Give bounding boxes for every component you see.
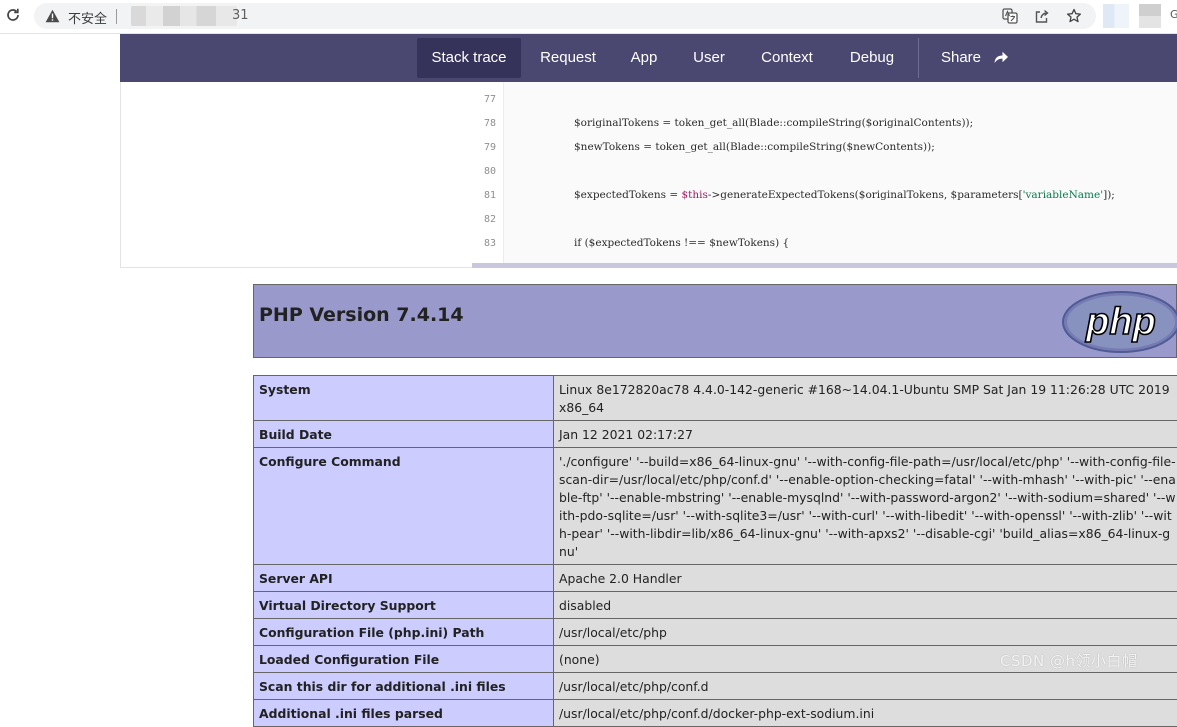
info-value: Linux 8e172820ac78 4.4.0-142-generic #16… <box>554 376 1177 421</box>
info-key: Scan this dir for additional .ini files <box>254 673 554 700</box>
info-key: Configuration File (php.ini) Path <box>254 619 554 646</box>
code-line: $expectedTokens = $this->generateExpecte… <box>574 189 1115 201</box>
code-line: $newTokens = token_get_all(Blade::compil… <box>574 141 935 153</box>
table-row: Server API Apache 2.0 Handler <box>254 565 1177 592</box>
info-key: System <box>254 376 554 421</box>
table-row: Configure Command './configure' '--build… <box>254 448 1177 565</box>
line-number: 78 <box>472 118 496 129</box>
table-row: Build Date Jan 12 2021 02:17:27 <box>254 421 1177 448</box>
info-value: /usr/local/etc/php/conf.d <box>554 673 1177 700</box>
table-row: Configuration File (php.ini) Path /usr/l… <box>254 619 1177 646</box>
code-snippet: 77 78 79 80 81 82 83 $originalTokens = t… <box>472 82 1177 263</box>
table-row: Virtual Directory Support disabled <box>254 592 1177 619</box>
nav-divider <box>918 38 919 78</box>
info-key: Loaded Configuration File <box>254 646 554 673</box>
info-value: /usr/local/etc/php/conf.d/docker-php-ext… <box>554 700 1177 727</box>
tab-debug[interactable]: Debug <box>838 38 906 78</box>
line-number: 80 <box>472 166 496 177</box>
tab-app[interactable]: App <box>620 38 668 78</box>
tab-stack-trace[interactable]: Stack trace <box>417 38 521 78</box>
profile-initial[interactable]: G <box>1170 8 1177 21</box>
line-number: 79 <box>472 142 496 153</box>
extension-icon[interactable] <box>1103 4 1129 28</box>
profile-avatar[interactable] <box>1139 4 1161 28</box>
translate-icon[interactable] <box>1002 8 1018 24</box>
share-page-icon[interactable] <box>1034 8 1050 24</box>
php-version-header: PHP Version 7.4.14 php <box>253 284 1177 358</box>
share-button[interactable]: Share <box>932 38 990 78</box>
php-logo-text: php <box>1085 301 1156 343</box>
info-value: Apache 2.0 Handler <box>554 565 1177 592</box>
url-text[interactable]: 31 <box>232 8 249 23</box>
info-value: disabled <box>554 592 1177 619</box>
code-line: $originalTokens = token_get_all(Blade::c… <box>574 117 973 129</box>
php-info-table: System Linux 8e172820ac78 4.4.0-142-gene… <box>253 375 1177 727</box>
tab-user[interactable]: User <box>684 38 734 78</box>
php-version-title: PHP Version 7.4.14 <box>259 304 464 326</box>
code-token: ]); <box>1103 189 1115 201</box>
table-row: Scan this dir for additional .ini files … <box>254 673 1177 700</box>
code-line: if ($expectedTokens !== $newTokens) { <box>574 237 789 249</box>
code-token: ->generateExpectedTokens($originalTokens… <box>708 189 1023 201</box>
info-key: Configure Command <box>254 448 554 565</box>
url-separator <box>116 9 117 24</box>
info-key: Build Date <box>254 421 554 448</box>
table-row: Additional .ini files parsed /usr/local/… <box>254 700 1177 727</box>
reload-icon[interactable] <box>5 7 21 23</box>
php-logo[interactable]: php <box>1059 290 1177 354</box>
line-number: 83 <box>472 238 496 249</box>
info-key: Virtual Directory Support <box>254 592 554 619</box>
error-page-nav: Stack trace Request App User Context Deb… <box>120 34 1177 82</box>
table-row: System Linux 8e172820ac78 4.4.0-142-gene… <box>254 376 1177 421</box>
line-number: 77 <box>472 94 496 105</box>
share-arrow-icon[interactable] <box>993 50 1009 64</box>
tab-request[interactable]: Request <box>528 38 608 78</box>
code-scrollbar[interactable] <box>472 263 1177 268</box>
info-value: Jan 12 2021 02:17:27 <box>554 421 1177 448</box>
address-bar[interactable]: 不安全 31 <box>34 3 1096 29</box>
info-value: /usr/local/etc/php <box>554 619 1177 646</box>
csdn-watermark: CSDN @h领小白帽 <box>1000 650 1138 671</box>
info-key: Server API <box>254 565 554 592</box>
info-value: './configure' '--build=x86_64-linux-gnu'… <box>554 448 1177 565</box>
info-key: Additional .ini files parsed <box>254 700 554 727</box>
redacted-url[interactable] <box>131 6 237 26</box>
tab-context[interactable]: Context <box>749 38 825 78</box>
code-token-string: 'variableName' <box>1023 189 1104 201</box>
code-token-this: $this <box>682 189 708 201</box>
security-status-label[interactable]: 不安全 <box>68 8 107 27</box>
line-number: 81 <box>472 190 496 201</box>
line-number: 82 <box>472 214 496 225</box>
browser-toolbar: 不安全 31 G <box>0 0 1177 34</box>
bookmark-star-icon[interactable] <box>1066 8 1082 24</box>
code-token: $expectedTokens = <box>574 189 682 201</box>
warning-icon[interactable] <box>45 9 60 23</box>
